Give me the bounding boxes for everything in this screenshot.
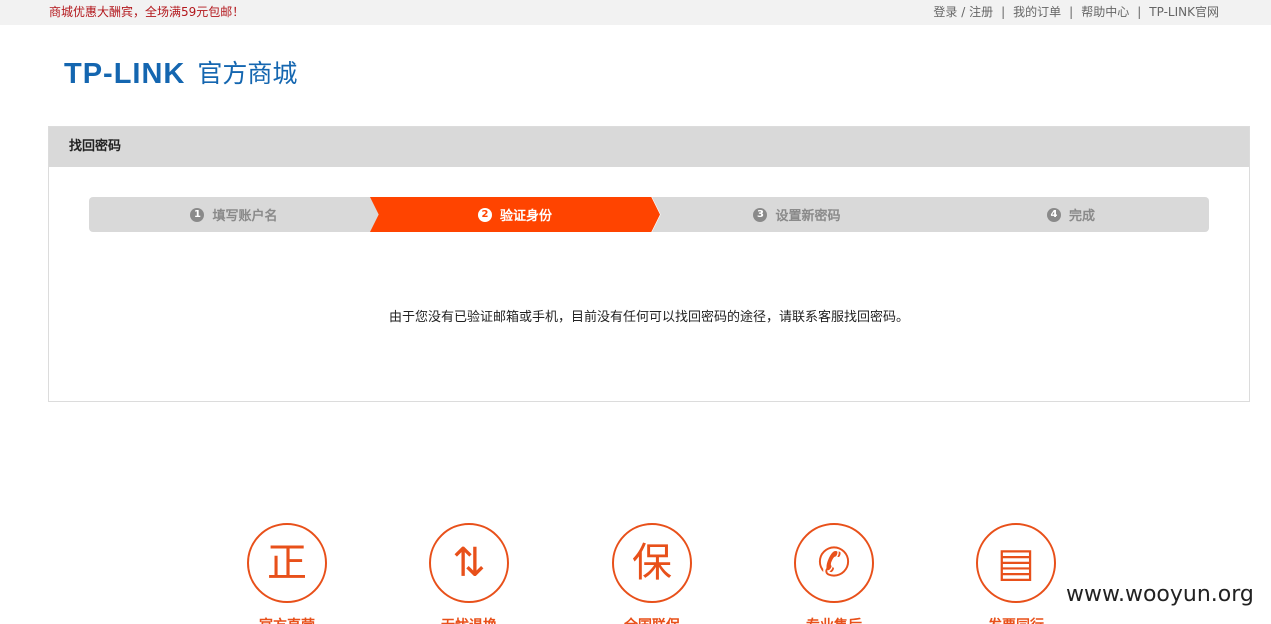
top-links: 登录 / 注册 | 我的订单 | 帮助中心 | TP-LINK官网 bbox=[933, 4, 1219, 20]
step-number: 2 bbox=[477, 207, 492, 222]
separator: | bbox=[1001, 5, 1006, 19]
feature-label: 发票同行 bbox=[975, 615, 1057, 624]
help-center-link[interactable]: 帮助中心 bbox=[1081, 5, 1129, 19]
step-complete: 4 完成 bbox=[933, 197, 1209, 232]
step-set-password: 3 设置新密码 bbox=[652, 197, 942, 232]
logo-subtitle: 官方商城 bbox=[197, 59, 298, 88]
service-features: 正 官方直营 ⇅ 无忧退换 保 全国联保 ✆ 专业售后 ▤ 发票同行 bbox=[246, 523, 1066, 624]
top-bar: 商城优惠大酬宾，全场满59元包邮！ 登录 / 注册 | 我的订单 | 帮助中心 | TP-L… bbox=[0, 0, 1271, 25]
password-recovery-panel: 找回密码 1 填写账户名 2 验证身份 3 设置新密码 4 完成 由于您没有已验… bbox=[48, 126, 1250, 402]
feature-label: 专业售后 bbox=[793, 615, 875, 624]
site-logo[interactable]: TP-LINK 官方商城 bbox=[64, 58, 297, 90]
watermark: www.wooyun.org bbox=[1066, 582, 1254, 607]
step-label: 填写账户名 bbox=[212, 209, 278, 224]
warranty-icon: 保 bbox=[612, 523, 692, 603]
progress-steps: 1 填写账户名 2 验证身份 3 设置新密码 4 完成 bbox=[89, 197, 1209, 232]
phone-icon: ✆ bbox=[794, 523, 874, 603]
official-site-link[interactable]: TP-LINK官网 bbox=[1149, 5, 1219, 19]
feature-label: 全国联保 bbox=[611, 615, 693, 624]
feature-support: ✆ 专业售后 bbox=[793, 523, 875, 624]
step-number: 3 bbox=[753, 207, 768, 222]
step-arrow bbox=[364, 197, 374, 231]
official-icon: 正 bbox=[247, 523, 327, 603]
my-orders-link[interactable]: 我的订单 bbox=[1013, 5, 1061, 19]
step-number: 1 bbox=[190, 207, 205, 222]
invoice-icon: ▤ bbox=[976, 523, 1056, 603]
feature-invoice: ▤ 发票同行 bbox=[975, 523, 1057, 624]
step-fill-account: 1 填写账户名 bbox=[89, 197, 379, 232]
logo-mark: TP-LINK bbox=[64, 58, 186, 90]
feature-label: 官方直营 bbox=[246, 615, 328, 624]
feature-official: 正 官方直营 bbox=[246, 523, 328, 624]
login-register-link[interactable]: 登录 / 注册 bbox=[933, 5, 993, 19]
separator: | bbox=[1069, 5, 1074, 19]
feature-warranty: 保 全国联保 bbox=[611, 523, 693, 624]
step-label: 设置新密码 bbox=[775, 209, 841, 224]
step-verify-identity: 2 验证身份 bbox=[370, 197, 660, 232]
exchange-icon: ⇅ bbox=[429, 523, 509, 603]
recovery-message: 由于您没有已验证邮箱或手机，目前没有任何可以找回密码的途径，请联系客服找回密码。 bbox=[388, 310, 909, 325]
step-label: 完成 bbox=[1068, 209, 1095, 224]
promo-text: 商城优惠大酬宾，全场满59元包邮！ bbox=[49, 5, 245, 19]
step-number: 4 bbox=[1046, 207, 1061, 222]
panel-title: 找回密码 bbox=[49, 127, 1249, 167]
separator: | bbox=[1137, 5, 1142, 19]
step-label: 验证身份 bbox=[499, 209, 552, 224]
feature-label: 无忧退换 bbox=[428, 615, 510, 624]
feature-return: ⇅ 无忧退换 bbox=[428, 523, 510, 624]
